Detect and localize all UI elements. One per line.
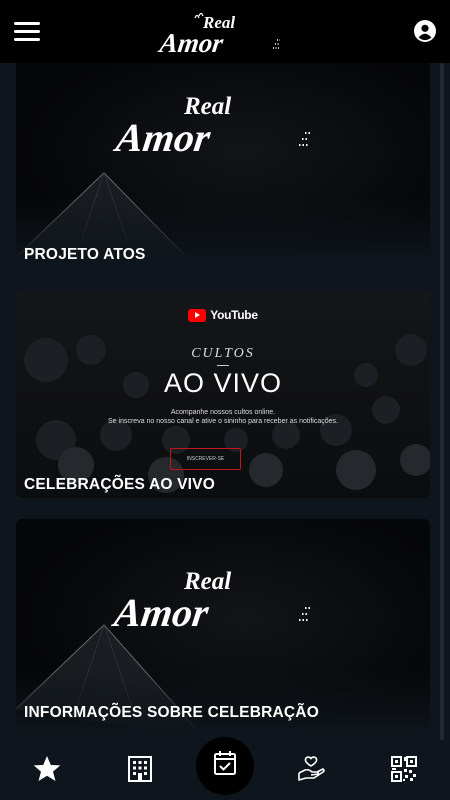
description-line-2: Se inscreva no nosso canal e ative o sin… — [108, 418, 338, 425]
svg-text:Amor: Amor — [111, 115, 214, 160]
youtube-label: YouTube — [210, 308, 258, 322]
card-title: INFORMAÇÕES SOBRE CELEBRAÇÃO — [24, 703, 319, 721]
hamburger-menu-icon[interactable] — [14, 22, 40, 41]
description-line-1: Acompanhe nossos cultos online. — [170, 409, 276, 416]
subscribe-button[interactable]: INSCREVER-SE — [170, 448, 241, 470]
ao-vivo-heading: AO VIVO — [163, 368, 283, 398]
svg-text:Amor: Amor — [109, 590, 212, 635]
svg-text:Amor: Amor — [156, 28, 226, 58]
heart-hand-icon[interactable] — [296, 754, 326, 784]
card-projeto-atos[interactable]: Real Amor PROJETO ATOS — [16, 63, 430, 266]
cultos-label: CULTOS — [191, 346, 255, 361]
youtube-logo: YouTube — [16, 308, 430, 322]
card-informacoes-celebracao[interactable]: Real Amor INFORMAÇÕES SOBRE CELEBRAÇÃO — [16, 519, 430, 740]
scrollbar[interactable] — [440, 63, 444, 740]
real-amor-logo[interactable]: Real Amor — [155, 8, 295, 58]
top-bar: Real Amor — [0, 0, 450, 63]
divider — [217, 365, 229, 366]
qr-code-icon[interactable] — [389, 754, 419, 784]
card-title: PROJETO ATOS — [24, 245, 146, 263]
card-title: CELEBRAÇÕES AO VIVO — [24, 475, 215, 493]
youtube-play-icon — [188, 308, 207, 322]
user-account-icon[interactable] — [414, 20, 436, 42]
card-celebracoes-ao-vivo[interactable]: YouTube CULTOS AO VIVO Acompanhe nossos … — [16, 290, 430, 498]
building-icon[interactable] — [125, 754, 155, 784]
content-area[interactable]: Real Amor PROJETO ATOS YouTube CULTOS AO… — [0, 63, 450, 740]
star-icon[interactable] — [32, 754, 62, 784]
calendar-check-icon[interactable] — [196, 737, 254, 795]
bottom-navigation — [0, 726, 450, 800]
